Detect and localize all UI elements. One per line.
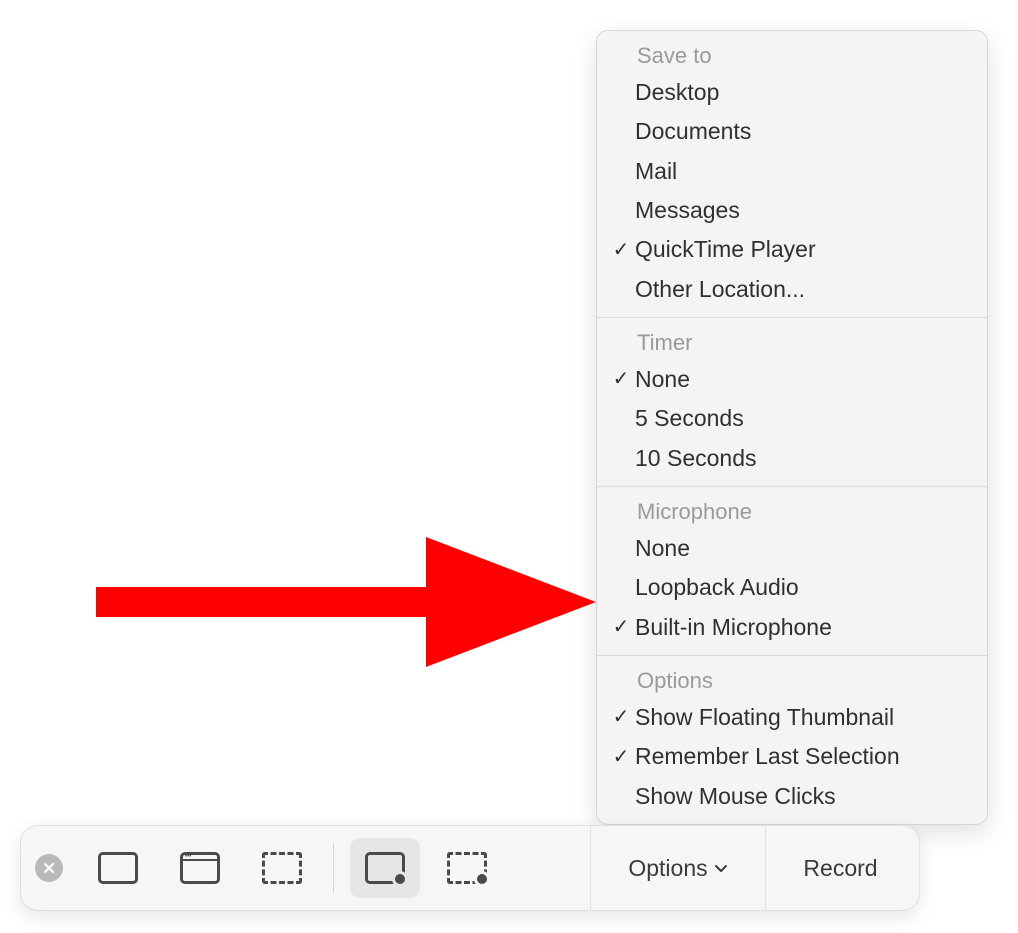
record-dot-icon: [392, 871, 408, 887]
menu-section-timer: Timer ✓ None 5 Seconds 10 Seconds: [597, 318, 987, 487]
menu-item-show-clicks[interactable]: Show Mouse Clicks: [597, 777, 987, 816]
record-button[interactable]: Record: [765, 825, 915, 911]
record-selection-button[interactable]: [432, 838, 502, 898]
menu-item-label: Mail: [635, 155, 963, 188]
capture-window-button[interactable]: •••: [165, 838, 235, 898]
options-button-label: Options: [628, 855, 707, 882]
close-icon: [43, 862, 55, 874]
menu-item-label: 10 Seconds: [635, 442, 963, 475]
menu-item-messages[interactable]: Messages: [597, 191, 987, 230]
menu-item-mic-builtin[interactable]: ✓ Built-in Microphone: [597, 608, 987, 647]
menu-item-remember-selection[interactable]: ✓ Remember Last Selection: [597, 737, 987, 776]
selection-icon: [262, 852, 302, 884]
menu-item-label: Remember Last Selection: [635, 740, 963, 773]
menu-header: Save to: [597, 37, 987, 73]
checkmark-icon: ✓: [607, 703, 635, 732]
menu-item-label: Other Location...: [635, 273, 963, 306]
menu-item-label: Documents: [635, 115, 963, 148]
menu-header: Options: [597, 662, 987, 698]
menu-item-show-thumbnail[interactable]: ✓ Show Floating Thumbnail: [597, 698, 987, 737]
record-button-label: Record: [803, 855, 877, 882]
close-button[interactable]: [35, 854, 63, 882]
menu-item-documents[interactable]: Documents: [597, 112, 987, 151]
screen-record-icon: [365, 852, 405, 884]
menu-item-timer-5s[interactable]: 5 Seconds: [597, 399, 987, 438]
menu-item-label: None: [635, 363, 963, 396]
menu-item-label: Desktop: [635, 76, 963, 109]
toolbar-divider: [333, 843, 334, 893]
options-button[interactable]: Options: [590, 825, 765, 911]
menu-header: Microphone: [597, 493, 987, 529]
checkmark-icon: ✓: [607, 365, 635, 394]
menu-item-quicktime-player[interactable]: ✓ QuickTime Player: [597, 230, 987, 269]
menu-item-other-location[interactable]: Other Location...: [597, 270, 987, 309]
window-icon: •••: [180, 852, 220, 884]
options-menu: Save to Desktop Documents Mail Messages …: [596, 30, 988, 825]
menu-item-mail[interactable]: Mail: [597, 152, 987, 191]
menu-item-mic-none[interactable]: None: [597, 529, 987, 568]
screen-icon: [98, 852, 138, 884]
chevron-down-icon: [714, 861, 728, 875]
menu-item-label: Messages: [635, 194, 963, 227]
menu-item-timer-10s[interactable]: 10 Seconds: [597, 439, 987, 478]
menu-section-save-to: Save to Desktop Documents Mail Messages …: [597, 31, 987, 318]
record-dot-icon: [474, 871, 490, 887]
menu-section-microphone: Microphone None Loopback Audio ✓ Built-i…: [597, 487, 987, 656]
menu-item-label: QuickTime Player: [635, 233, 963, 266]
checkmark-icon: ✓: [607, 236, 635, 265]
menu-item-desktop[interactable]: Desktop: [597, 73, 987, 112]
record-entire-screen-button[interactable]: [350, 838, 420, 898]
menu-item-timer-none[interactable]: ✓ None: [597, 360, 987, 399]
menu-item-label: Show Mouse Clicks: [635, 780, 963, 813]
menu-item-label: Built-in Microphone: [635, 611, 963, 644]
menu-item-label: 5 Seconds: [635, 402, 963, 435]
menu-section-options: Options ✓ Show Floating Thumbnail ✓ Reme…: [597, 656, 987, 824]
menu-item-mic-loopback[interactable]: Loopback Audio: [597, 568, 987, 607]
selection-record-icon: [447, 852, 487, 884]
menu-item-label: Loopback Audio: [635, 571, 963, 604]
menu-item-label: Show Floating Thumbnail: [635, 701, 963, 734]
checkmark-icon: ✓: [607, 743, 635, 772]
annotation-arrow-icon: [96, 527, 596, 677]
capture-entire-screen-button[interactable]: [83, 838, 153, 898]
capture-selection-button[interactable]: [247, 838, 317, 898]
checkmark-icon: ✓: [607, 613, 635, 642]
screenshot-toolbar: ••• Options Record: [20, 825, 920, 911]
menu-header: Timer: [597, 324, 987, 360]
menu-item-label: None: [635, 532, 963, 565]
